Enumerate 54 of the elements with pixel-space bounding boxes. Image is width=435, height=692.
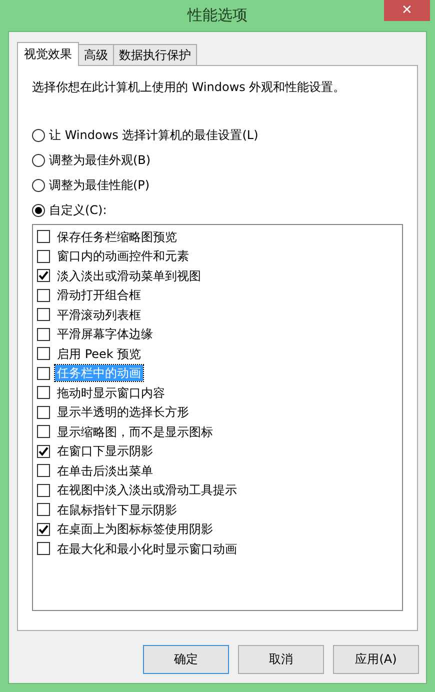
radio-icon[interactable]: [32, 204, 45, 216]
checkbox[interactable]: [37, 406, 50, 419]
radio-label: 让 Windows 选择计算机的最佳设置(L): [49, 126, 258, 144]
checkbox[interactable]: [37, 484, 50, 497]
checkbox[interactable]: [37, 444, 50, 458]
checkbox[interactable]: [37, 230, 50, 244]
checkbox[interactable]: [37, 503, 50, 516]
radio-option[interactable]: 自定义(C):: [32, 201, 403, 219]
effect-label[interactable]: 淡入淡出或滑动菜单到视图: [55, 268, 203, 284]
checkbox[interactable]: [37, 288, 50, 302]
dialog-button[interactable]: 取消: [238, 645, 324, 674]
effect-label[interactable]: 在最大化和最小化时显示窗口动画: [55, 540, 239, 557]
effect-label[interactable]: 保存任务栏缩略图预览: [55, 228, 179, 245]
dialog-button[interactable]: 应用(A): [333, 645, 419, 674]
radio-icon[interactable]: [32, 178, 45, 192]
dialog-button[interactable]: 确定: [143, 645, 229, 674]
checkbox[interactable]: [37, 425, 50, 438]
effect-label[interactable]: 在视图中淡入淡出或滑动工具提示: [55, 482, 239, 498]
effect-label[interactable]: 拖动时显示窗口内容: [55, 384, 167, 401]
checkbox[interactable]: [37, 366, 50, 380]
radio-option[interactable]: 调整为最佳外观(B): [32, 151, 403, 169]
effect-label[interactable]: 在单击后淡出菜单: [55, 462, 155, 479]
effect-label[interactable]: 在桌面上为图标标签使用阴影: [55, 521, 215, 538]
effect-label[interactable]: 显示半透明的选择长方形: [55, 404, 191, 420]
close-button[interactable]: ✕: [384, 0, 430, 21]
checkbox[interactable]: [37, 347, 50, 360]
checkbox[interactable]: [37, 386, 50, 400]
checkbox[interactable]: [37, 250, 50, 263]
effect-label[interactable]: 显示缩略图，而不是显示图标: [55, 424, 215, 440]
checkbox[interactable]: [37, 464, 50, 478]
description-text: 选择你想在此计算机上使用的 Windows 外观和性能设置。: [32, 79, 346, 96]
effect-label[interactable]: 在鼠标指针下显示阴影: [55, 502, 179, 518]
checkbox[interactable]: [37, 542, 50, 556]
effect-label[interactable]: 平滑屏幕字体边缘: [55, 326, 155, 342]
tab[interactable]: 视觉效果: [17, 42, 79, 66]
radio-label: 调整为最佳外观(B): [49, 152, 151, 168]
checkbox[interactable]: [37, 308, 50, 322]
radio-icon[interactable]: [32, 154, 45, 166]
tab[interactable]: 数据执行保护: [113, 44, 197, 65]
radio-option[interactable]: 调整为最佳性能(P): [32, 176, 403, 194]
window-title: 性能选项: [188, 6, 248, 25]
radio-label: 调整为最佳性能(P): [49, 176, 150, 194]
effect-label[interactable]: 启用 Peek 预览: [55, 346, 144, 362]
effect-label[interactable]: 平滑滚动列表框: [55, 306, 143, 323]
checkbox[interactable]: [37, 328, 50, 341]
radio-icon[interactable]: [32, 128, 45, 142]
checkbox[interactable]: [37, 269, 50, 282]
radio-label: 自定义(C):: [49, 202, 107, 218]
effect-label[interactable]: 滑动打开组合框: [55, 287, 143, 304]
radio-option[interactable]: 让 Windows 选择计算机的最佳设置(L): [32, 126, 403, 144]
checkbox[interactable]: [37, 522, 50, 536]
tab[interactable]: 高级: [78, 44, 114, 65]
effect-label[interactable]: 在窗口下显示阴影: [55, 443, 155, 460]
effect-label[interactable]: 窗口内的动画控件和元素: [55, 248, 191, 264]
